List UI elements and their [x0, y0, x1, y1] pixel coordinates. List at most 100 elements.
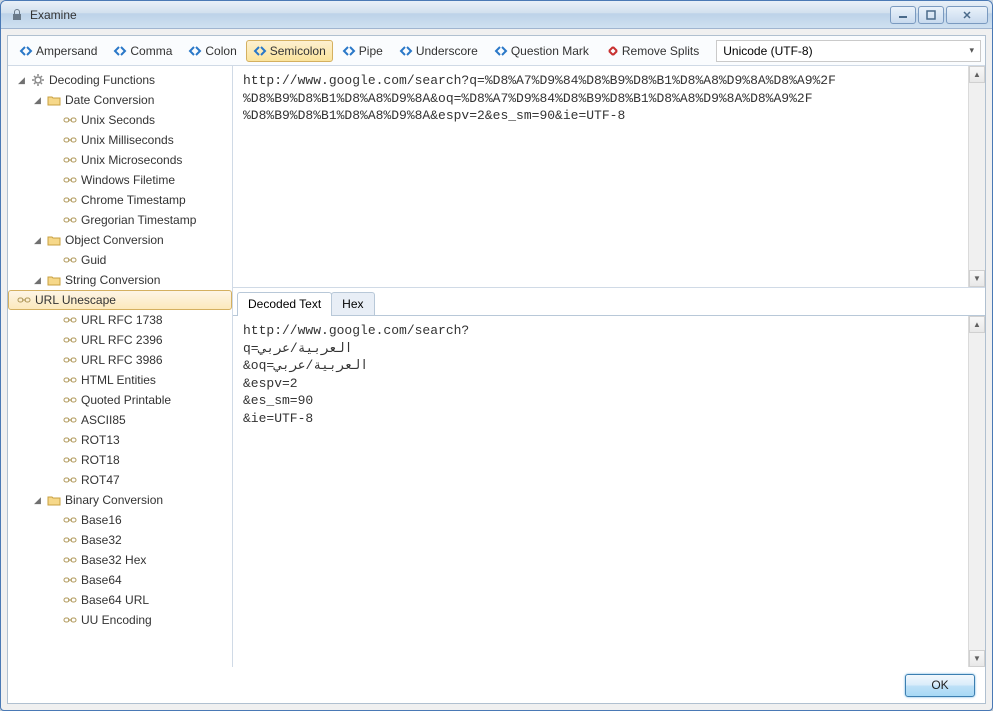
split-underscore[interactable]: Underscore: [392, 40, 485, 62]
input-line: http://www.google.com/search?q=%D8%A7%D9…: [243, 72, 975, 90]
tree-label: String Conversion: [65, 273, 160, 287]
tree-item[interactable]: Gregorian Timestamp: [8, 210, 232, 230]
tree-item[interactable]: URL RFC 3986: [8, 350, 232, 370]
scroll-down-icon[interactable]: ▼: [969, 650, 985, 667]
tree-item[interactable]: ROT47: [8, 470, 232, 490]
tree-item[interactable]: URL RFC 2396: [8, 330, 232, 350]
tree-item[interactable]: ROT13: [8, 430, 232, 450]
tree-item[interactable]: Unix Microseconds: [8, 150, 232, 170]
tree-label: Quoted Printable: [81, 393, 171, 407]
ok-label: OK: [931, 678, 948, 692]
chain-icon: [62, 192, 78, 208]
tree-label: Chrome Timestamp: [81, 193, 186, 207]
split-colon[interactable]: Colon: [181, 40, 243, 62]
tree-label: Base32 Hex: [81, 553, 146, 567]
tree-item[interactable]: Base64 URL: [8, 590, 232, 610]
chain-icon: [62, 132, 78, 148]
scroll-up-icon[interactable]: ▲: [969, 66, 985, 83]
window-title: Examine: [30, 8, 890, 22]
window-controls: [890, 6, 988, 24]
expand-icon[interactable]: ◢: [32, 275, 43, 286]
tree-label: Date Conversion: [65, 93, 154, 107]
tree-label: Binary Conversion: [65, 493, 163, 507]
tree-root[interactable]: ◢ Decoding Functions: [8, 70, 232, 90]
remove-splits-label: Remove Splits: [622, 44, 699, 58]
expand-icon[interactable]: ◢: [32, 235, 43, 246]
tree-label: ROT13: [81, 433, 120, 447]
remove-splits-icon: [605, 44, 619, 58]
tree-group-binary[interactable]: ◢ Binary Conversion: [8, 490, 232, 510]
output-tabs: Decoded Text Hex: [233, 288, 985, 316]
tree-label: Unix Milliseconds: [81, 133, 174, 147]
split-comma[interactable]: Comma: [106, 40, 179, 62]
ok-button[interactable]: OK: [905, 674, 975, 697]
tree-group-date[interactable]: ◢ Date Conversion: [8, 90, 232, 110]
chain-icon: [62, 532, 78, 548]
close-button[interactable]: [946, 6, 988, 24]
split-question-mark[interactable]: Question Mark: [487, 40, 596, 62]
scrollbar[interactable]: ▲ ▼: [968, 66, 985, 287]
split-pipe[interactable]: Pipe: [335, 40, 390, 62]
input-textarea[interactable]: http://www.google.com/search?q=%D8%A7%D9…: [233, 66, 985, 288]
chain-icon: [62, 472, 78, 488]
output-textarea[interactable]: http://www.google.com/search? q=العربية/…: [233, 316, 985, 667]
tree-item[interactable]: URL RFC 1738: [8, 310, 232, 330]
examine-window: Examine Ampersand Comma Colon Sem: [0, 0, 993, 711]
tree-group-object[interactable]: ◢ Object Conversion: [8, 230, 232, 250]
minimize-button[interactable]: [890, 6, 916, 24]
split-ampersand[interactable]: Ampersand: [12, 40, 104, 62]
input-text[interactable]: http://www.google.com/search?q=%D8%A7%D9…: [233, 66, 985, 287]
split-icon: [19, 44, 33, 58]
tree-item[interactable]: Guid: [8, 250, 232, 270]
tree-label: Base64 URL: [81, 593, 149, 607]
tree-item[interactable]: UU Encoding: [8, 610, 232, 630]
split-icon: [494, 44, 508, 58]
tree-item[interactable]: Chrome Timestamp: [8, 190, 232, 210]
tree-label: Base32: [81, 533, 122, 547]
tree-item[interactable]: Windows Filetime: [8, 170, 232, 190]
tree-item[interactable]: ROT18: [8, 450, 232, 470]
tab-label: Decoded Text: [248, 297, 321, 311]
tree-label: Base16: [81, 513, 122, 527]
tree-item[interactable]: Unix Seconds: [8, 110, 232, 130]
split-icon: [253, 44, 267, 58]
folder-open-icon: [46, 92, 62, 108]
tree-item[interactable]: Base32 Hex: [8, 550, 232, 570]
expand-icon[interactable]: ◢: [16, 75, 27, 86]
titlebar[interactable]: Examine: [1, 1, 992, 29]
expand-icon[interactable]: ◢: [32, 95, 43, 106]
tree-group-string[interactable]: ◢ String Conversion: [8, 270, 232, 290]
tree-item-url-unescape[interactable]: URL Unescape: [8, 290, 232, 310]
chain-icon: [62, 512, 78, 528]
expand-icon[interactable]: ◢: [32, 495, 43, 506]
tree-item[interactable]: Base16: [8, 510, 232, 530]
content-area: Ampersand Comma Colon Semicolon Pipe Und…: [7, 35, 986, 704]
scrollbar[interactable]: ▲ ▼: [968, 316, 985, 667]
tab-hex[interactable]: Hex: [331, 292, 374, 315]
tree-item[interactable]: HTML Entities: [8, 370, 232, 390]
output-line: &oq=العربية/عربي: [243, 357, 975, 375]
split-semicolon[interactable]: Semicolon: [246, 40, 333, 62]
tree-item[interactable]: Unix Milliseconds: [8, 130, 232, 150]
tree-item[interactable]: Quoted Printable: [8, 390, 232, 410]
chain-icon: [62, 452, 78, 468]
split-label: Pipe: [359, 44, 383, 58]
function-tree[interactable]: ◢ Decoding Functions ◢ Date Conversion U…: [8, 66, 233, 667]
split-toolbar: Ampersand Comma Colon Semicolon Pipe Und…: [8, 36, 985, 66]
tab-decoded-text[interactable]: Decoded Text: [237, 292, 332, 316]
tree-label: ASCII85: [81, 413, 126, 427]
split-label: Underscore: [416, 44, 478, 58]
chain-icon: [62, 172, 78, 188]
chain-icon: [62, 392, 78, 408]
split-icon: [342, 44, 356, 58]
remove-splits-button[interactable]: Remove Splits: [598, 40, 706, 62]
tree-item[interactable]: Base32: [8, 530, 232, 550]
scroll-up-icon[interactable]: ▲: [969, 316, 985, 333]
tree-label: Unix Seconds: [81, 113, 155, 127]
tree-item[interactable]: Base64: [8, 570, 232, 590]
scroll-down-icon[interactable]: ▼: [969, 270, 985, 287]
maximize-button[interactable]: [918, 6, 944, 24]
chain-icon: [62, 332, 78, 348]
encoding-select[interactable]: Unicode (UTF-8) ▾: [716, 40, 981, 62]
tree-item[interactable]: ASCII85: [8, 410, 232, 430]
